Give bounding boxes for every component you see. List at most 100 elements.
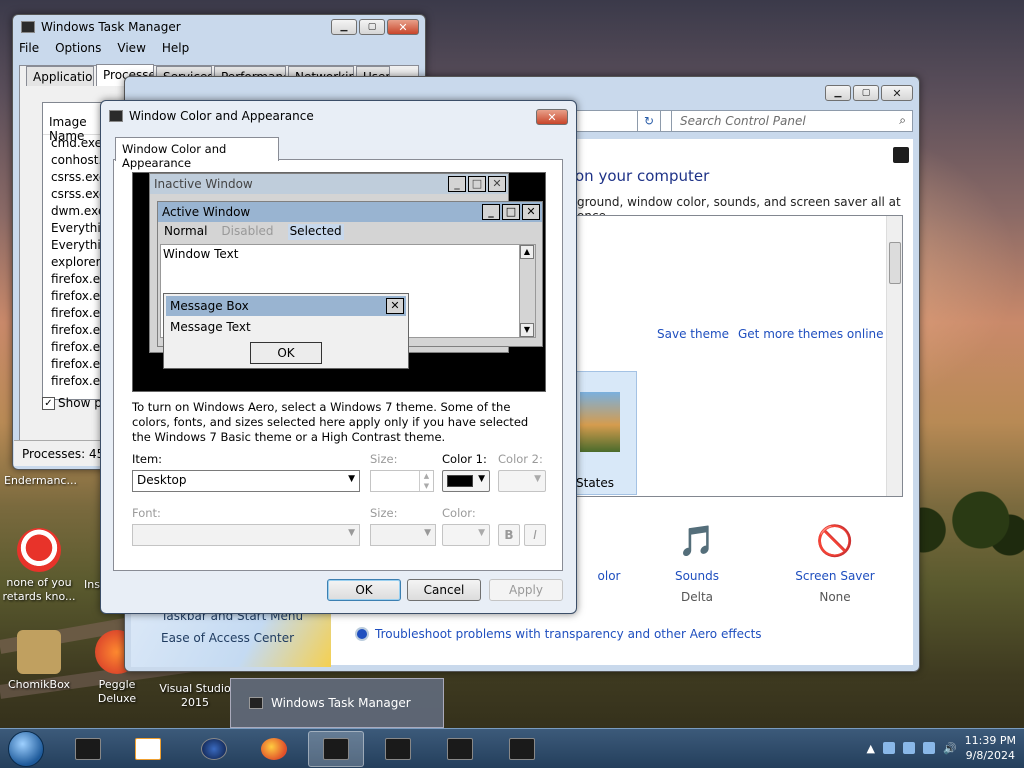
console-icon xyxy=(75,738,101,760)
ease-of-access-link[interactable]: Ease of Access Center xyxy=(161,631,294,645)
scrollbar[interactable] xyxy=(886,216,902,496)
cancel-button[interactable]: Cancel xyxy=(407,579,481,601)
theme-preview-image xyxy=(580,392,620,452)
tab-applications[interactable]: Applications xyxy=(26,66,94,86)
volume-icon[interactable]: 🔊 xyxy=(943,742,957,755)
desktop-icon-shortcut[interactable]: none of you retards kno... xyxy=(2,528,76,604)
troubleshoot-link-row[interactable]: Troubleshoot problems with transparency … xyxy=(355,627,762,641)
taskbar-item-window[interactable] xyxy=(494,731,550,767)
window-icon xyxy=(109,110,123,122)
preview-scrollbar[interactable]: ▲ ▼ xyxy=(519,245,535,337)
taskbar-item-cmd[interactable] xyxy=(60,731,116,767)
menu-help[interactable]: Help xyxy=(162,41,189,55)
item-select[interactable]: Desktop ▼ xyxy=(132,470,360,492)
search-icon[interactable]: ⌕ xyxy=(899,113,906,128)
appearance-preview[interactable]: Inactive Window _ □ ✕ Active Window _ □ … xyxy=(132,172,546,392)
close-button[interactable]: ✕ xyxy=(881,85,913,101)
tray-network-icon[interactable] xyxy=(922,742,935,754)
sounds-item[interactable]: 🎵 Sounds Delta xyxy=(637,519,757,605)
taskbar-item-app[interactable] xyxy=(186,731,242,767)
menu-file[interactable]: File xyxy=(19,41,39,55)
tray-display-icon[interactable] xyxy=(902,742,915,754)
color1-label: Color 1: xyxy=(442,452,487,466)
globe-icon xyxy=(201,738,227,760)
left-pane-see-also: Taskbar and Start Menu Ease of Access Ce… xyxy=(131,607,331,667)
dialog-titlebar[interactable]: Window Color and Appearance xyxy=(101,101,576,131)
color2-picker[interactable]: ▼ xyxy=(498,470,546,492)
refresh-icon[interactable]: ↻ xyxy=(637,110,661,132)
task-manager-icon xyxy=(323,738,349,760)
minimize-button[interactable]: ▁ xyxy=(331,19,357,35)
tray-app-icon[interactable] xyxy=(882,742,895,754)
taskbar-item-window[interactable] xyxy=(432,731,488,767)
search-input[interactable]: Search Control Panel ⌕ xyxy=(671,110,913,132)
ok-button[interactable]: OK xyxy=(327,579,401,601)
desktop-icon-label[interactable]: Endermanc... xyxy=(4,474,77,487)
menu-view[interactable]: View xyxy=(117,41,145,55)
italic-button[interactable]: I xyxy=(524,524,546,546)
window-title: Windows Task Manager xyxy=(41,20,181,34)
desktop-icon-visual-studio[interactable]: Visual Studio 2015 xyxy=(158,682,232,710)
preview-menu-normal[interactable]: Normal xyxy=(164,224,207,240)
spinner-arrows-icon: ▲ ▼ xyxy=(419,471,433,491)
color1-picker[interactable]: ▼ xyxy=(442,470,490,492)
preview-menu-selected[interactable]: Selected xyxy=(287,224,344,240)
desktop-icon-chomikbox[interactable]: ChomikBox xyxy=(2,630,76,692)
chomikbox-icon xyxy=(17,630,61,674)
taskbar-item-window[interactable] xyxy=(370,731,426,767)
taskbar-thumbnail-tooltip[interactable]: Windows Task Manager xyxy=(230,678,444,728)
menu-options[interactable]: Options xyxy=(55,41,101,55)
system-clock[interactable]: 11:39 PM 9/8/2024 xyxy=(965,733,1016,763)
preview-ok-button[interactable]: OK xyxy=(250,342,322,364)
close-button[interactable]: ✕ xyxy=(387,19,419,35)
preview-message-box[interactable]: Message Box ✕ Message Text OK xyxy=(163,293,409,369)
get-more-themes-link[interactable]: Get more themes online xyxy=(738,327,884,341)
maximize-button[interactable]: ▢ xyxy=(359,19,385,35)
tab-window-color-appearance[interactable]: Window Color and Appearance xyxy=(115,137,279,170)
dialog-title: Window Color and Appearance xyxy=(129,109,314,123)
scroll-up-icon: ▲ xyxy=(520,245,534,259)
font-size-select[interactable]: ▼ xyxy=(370,524,436,546)
chevron-down-icon: ▼ xyxy=(478,474,485,484)
font-label: Font: xyxy=(132,506,161,520)
minimize-button[interactable]: ▁ xyxy=(825,85,851,101)
save-theme-link[interactable]: Save theme xyxy=(657,327,729,341)
bold-button[interactable]: B xyxy=(498,524,520,546)
tray-expand-icon[interactable]: ▲ xyxy=(867,742,875,755)
chevron-down-icon: ▼ xyxy=(534,474,541,484)
taskbar-item-task-manager[interactable] xyxy=(308,731,364,767)
sounds-value: Delta xyxy=(680,590,713,604)
preview-maximize-icon: □ xyxy=(468,176,486,192)
start-button[interactable] xyxy=(8,731,44,767)
preview-window-text: Window Text xyxy=(163,247,239,261)
theme-item-states[interactable]: States xyxy=(575,371,637,495)
maximize-button[interactable]: ▢ xyxy=(853,85,879,101)
preview-minimize-icon: _ xyxy=(448,176,466,192)
firefox-icon xyxy=(261,738,287,760)
chevron-down-icon: ▼ xyxy=(478,528,485,538)
troubleshoot-link[interactable]: Troubleshoot problems with transparency … xyxy=(375,627,762,641)
taskbar-item-media-player[interactable] xyxy=(120,731,176,767)
font-select[interactable]: ▼ xyxy=(132,524,360,546)
preview-minimize-icon: _ xyxy=(482,204,500,220)
desktop-icon-label[interactable]: Ins xyxy=(84,578,100,591)
close-button[interactable]: ✕ xyxy=(536,109,568,125)
taskbar-item-firefox[interactable] xyxy=(246,731,302,767)
show-processes-checkbox[interactable]: ✓ xyxy=(42,396,55,410)
help-icon[interactable] xyxy=(893,147,909,163)
preview-menu-bar: Normal Disabled Selected xyxy=(158,222,542,242)
item-label: Item: xyxy=(132,452,163,466)
scrollbar-thumb[interactable] xyxy=(889,242,901,284)
clock-date: 9/8/2024 xyxy=(965,749,1016,762)
color2-label: Color 2: xyxy=(498,452,543,466)
chevron-down-icon: ▼ xyxy=(348,474,355,484)
apply-button[interactable]: Apply xyxy=(489,579,563,601)
size-spinner[interactable]: ▲ ▼ xyxy=(370,470,434,492)
preview-menu-disabled[interactable]: Disabled xyxy=(221,224,273,240)
scroll-down-icon: ▼ xyxy=(520,323,534,337)
preview-active-title: Active Window xyxy=(162,205,251,219)
font-color-picker[interactable]: ▼ xyxy=(442,524,490,546)
media-player-icon xyxy=(135,738,161,760)
system-tray: ▲ 🔊 11:39 PM 9/8/2024 xyxy=(867,733,1017,763)
screen-saver-item[interactable]: 🚫 Screen Saver None xyxy=(775,519,895,605)
